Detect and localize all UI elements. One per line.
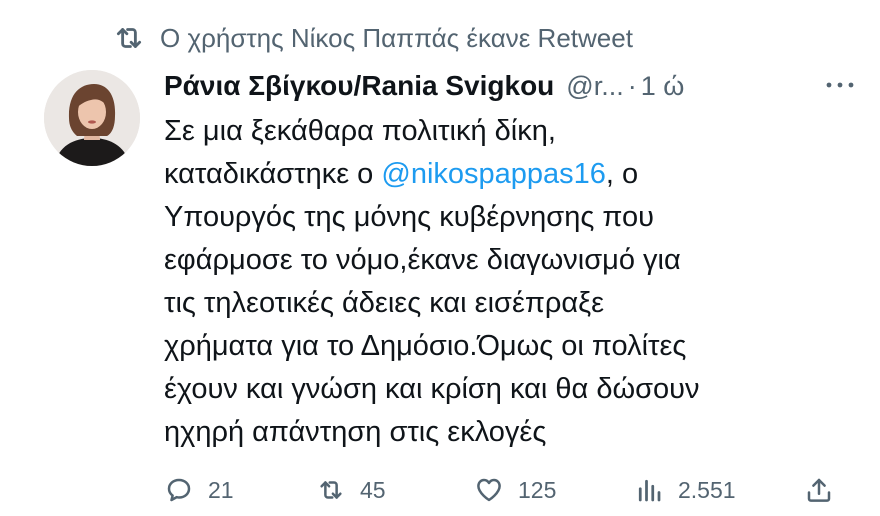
heart-icon bbox=[474, 475, 504, 505]
share-button[interactable] bbox=[804, 470, 848, 510]
retweet-button[interactable]: 45 bbox=[316, 470, 386, 510]
tweet-line: τις τηλεοτικές άδειες και εισέπραξε bbox=[164, 287, 605, 319]
tweet-line-part: , ο bbox=[605, 158, 639, 190]
retweet-banner[interactable]: Ο χρήστης Νίκος Παππάς έκανε Retweet bbox=[112, 18, 633, 58]
tweet-timestamp[interactable]: 1 ώ bbox=[641, 71, 685, 102]
like-count: 125 bbox=[518, 476, 557, 503]
tweet-header: Ράνια Σβίγκου/Rania Svigkou @r... · 1 ώ bbox=[164, 66, 864, 106]
like-button[interactable]: 125 bbox=[474, 470, 556, 510]
reply-icon bbox=[164, 475, 194, 505]
header-separator: · bbox=[627, 70, 637, 101]
retweet-icon bbox=[316, 475, 346, 505]
tweet-line: Υπουργός της μόνης κυβέρνησης που bbox=[164, 201, 654, 233]
tweet-line: Σε μια ξεκάθαρα πολιτική δίκη, bbox=[164, 115, 556, 147]
views-count: 2.551 bbox=[678, 476, 736, 503]
reply-count: 21 bbox=[208, 476, 234, 503]
avatar[interactable] bbox=[44, 70, 140, 166]
tweet-line: ηχηρή απάντηση στις εκλογές bbox=[164, 416, 547, 448]
tweet-text: Σε μια ξεκάθαρα πολιτική δίκη, καταδικάσ… bbox=[164, 110, 864, 454]
retweet-banner-text: Ο χρήστης Νίκος Παππάς έκανε Retweet bbox=[160, 22, 633, 53]
tweet-line: χρήματα για το Δημόσιο.Όμως οι πολίτες bbox=[164, 330, 687, 362]
mention-link[interactable]: @nikospappas16 bbox=[381, 158, 606, 190]
author-display-name[interactable]: Ράνια Σβίγκου/Rania Svigkou bbox=[164, 70, 554, 102]
views-button[interactable]: 2.551 bbox=[634, 470, 736, 510]
reply-button[interactable]: 21 bbox=[164, 470, 234, 510]
retweet-count: 45 bbox=[360, 476, 386, 503]
retweet-icon bbox=[112, 21, 146, 55]
views-icon bbox=[634, 475, 664, 505]
tweet-line: εφάρμοσε το νόμο,έκανε διαγωνισμό για bbox=[164, 244, 681, 276]
tweet-line: καταδικάστηκε ο @nikospappas16, ο bbox=[164, 153, 864, 196]
tweet-line: έχουν και γνώση και κρίση και θα δώσουν bbox=[164, 373, 700, 405]
share-icon bbox=[804, 475, 834, 505]
tweet-actions: 21 45 125 2.551 bbox=[164, 470, 844, 510]
more-dots-icon[interactable] bbox=[820, 70, 860, 100]
tweet-line-part: καταδικάστηκε ο bbox=[164, 158, 382, 190]
author-handle[interactable]: @r... bbox=[566, 71, 623, 102]
